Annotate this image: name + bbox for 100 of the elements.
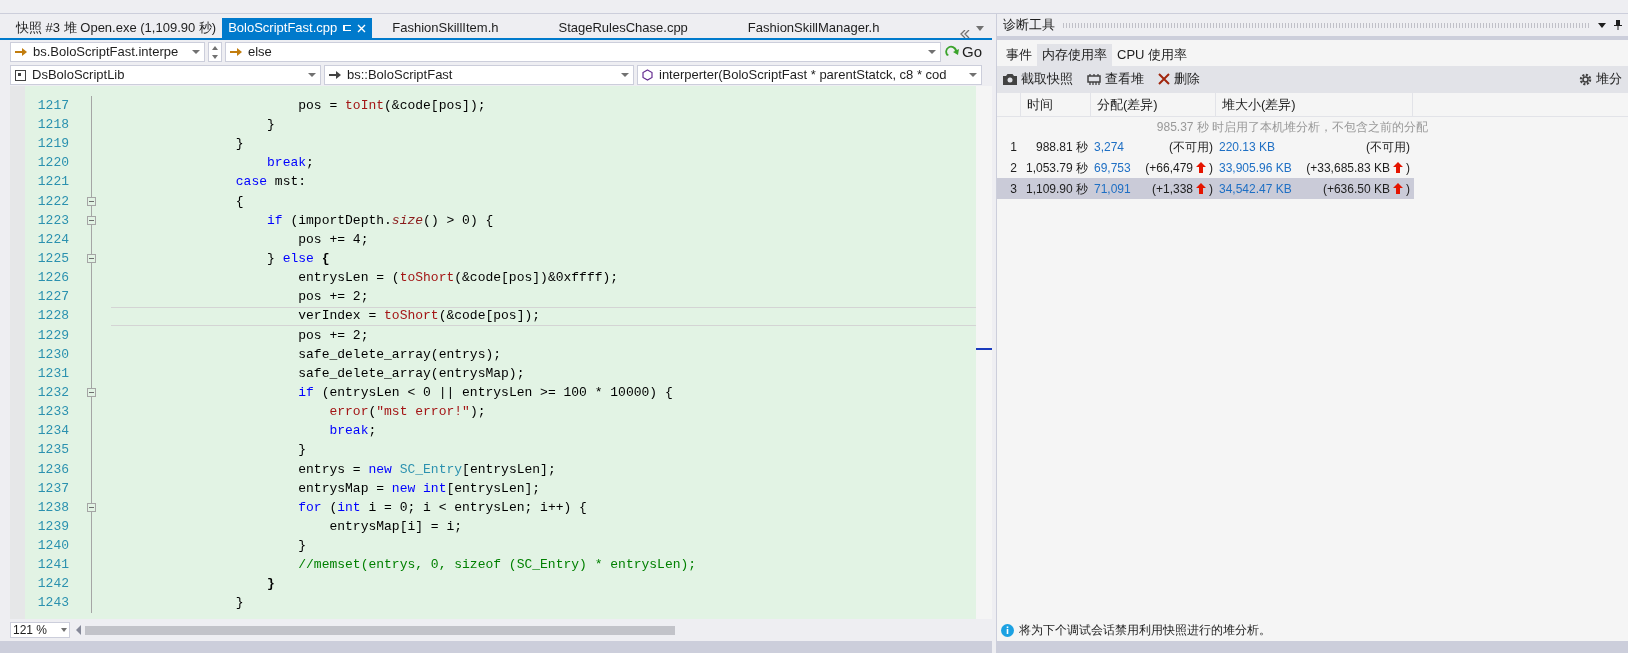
table-cell-text: (+66,479 xyxy=(1145,159,1193,177)
document-tab[interactable]: FashionSkillManager.h xyxy=(727,18,920,38)
member-dropdown[interactable]: interperter(BoloScriptFast * parentStatck, c8 * cod xyxy=(637,65,982,85)
panel-title: 诊断工具 xyxy=(1003,16,1055,35)
toolbar-button[interactable]: 删除 xyxy=(1158,69,1200,89)
table-cell-text: 988.81 秒 xyxy=(1034,138,1089,156)
block-dropdown[interactable]: else xyxy=(225,42,941,62)
line-number: 1238 xyxy=(36,498,70,517)
line-number: 1230 xyxy=(36,345,70,364)
code-line: entrysLen = (toShort(&code[pos])&0xffff); xyxy=(297,269,620,288)
scroll-thumb[interactable] xyxy=(85,625,675,635)
code-line: for (int i = 0; i < entrysLen; i++) { xyxy=(297,498,588,517)
table-cell-text: 1,109.90 秒 xyxy=(1024,180,1089,198)
chevrons-icon[interactable] xyxy=(960,30,970,38)
table-cell-text: 69,753 xyxy=(1094,159,1131,177)
table-cell-text: 1,053.79 秒 xyxy=(1024,159,1089,177)
table-row[interactable]: 2 1,053.79 秒 69,753 (+66,479 ) 33,905.96 KB (+33,685.83 KB ) xyxy=(997,157,1414,178)
line-number: 1223 xyxy=(36,211,70,230)
caret-icon xyxy=(61,628,67,632)
scope-dropdown[interactable]: bs.BoloScriptFast.interpe xyxy=(10,42,205,62)
collapse-icon[interactable] xyxy=(86,215,96,225)
table-cell-text: 33,905.96 KB xyxy=(1219,159,1292,177)
table-cell-text: (+636.50 KB xyxy=(1322,180,1390,198)
table-cell-text: ) xyxy=(1406,180,1410,198)
line-number: 1234 xyxy=(36,422,70,441)
code-line: entrysMap[i] = i; xyxy=(328,517,464,536)
column-header[interactable]: 堆大小(差异) xyxy=(1216,93,1413,116)
line-number: 1218 xyxy=(36,115,70,134)
line-number: 1240 xyxy=(36,537,70,556)
zoom-dropdown[interactable]: 121 % xyxy=(10,622,70,638)
line-number: 1239 xyxy=(36,517,70,536)
line-number: 1236 xyxy=(36,460,70,479)
table-cell-text: 220.13 KB xyxy=(1219,138,1276,156)
spin-buttons[interactable] xyxy=(208,42,222,62)
memory-chip-icon xyxy=(1087,73,1101,85)
code-line: pos += 4; xyxy=(297,230,370,249)
toolbar-button[interactable]: 截取快照 xyxy=(1003,69,1073,89)
line-number: 1229 xyxy=(36,326,70,345)
arrow-icon xyxy=(15,47,27,57)
line-number: 1233 xyxy=(36,403,70,422)
line-number: 1228 xyxy=(36,307,70,326)
line-number: 1227 xyxy=(36,288,70,307)
line-number: 1217 xyxy=(36,96,70,115)
caret-icon xyxy=(928,50,936,54)
panel-tab[interactable]: 事件 xyxy=(1001,44,1037,66)
table-cell-text: ) xyxy=(1209,180,1213,198)
line-number: 1221 xyxy=(36,173,70,192)
column-header[interactable]: 分配(差异) xyxy=(1091,93,1216,116)
collapse-icon[interactable] xyxy=(86,196,96,206)
table-cell-text: 1 xyxy=(1009,138,1018,156)
code-line: pos += 2; xyxy=(297,288,370,307)
scroll-marker xyxy=(976,348,992,350)
toolbar-button[interactable]: 查看堆 xyxy=(1087,69,1144,89)
vertical-scrollbar[interactable] xyxy=(976,86,992,619)
code-line: verIndex = toShort(&code[pos]); xyxy=(111,306,976,326)
table-row[interactable]: 3 1,109.90 秒 71,091 (+1,338 ) 34,542.47 KB (+636.50 KB ) xyxy=(997,178,1414,199)
go-button[interactable]: Go xyxy=(944,42,982,62)
caret-icon xyxy=(192,50,200,54)
code-line: break; xyxy=(266,154,315,173)
type-dropdown[interactable]: bs::BoloScriptFast xyxy=(324,65,634,85)
document-tab[interactable]: 快照 #3 堆 Open.exe (1,109.90 秒) xyxy=(10,18,223,38)
arrow-icon xyxy=(230,47,242,57)
table-cell-text: 2 xyxy=(1009,159,1018,177)
settings-button[interactable]: 堆分 xyxy=(1579,69,1622,89)
code-line: break; xyxy=(328,422,378,441)
table-row[interactable]: 1 988.81 秒 3,274 (不可用) 220.13 KB (不可用) xyxy=(997,136,1414,157)
cube-icon xyxy=(642,69,653,81)
document-tab[interactable]: BoloScriptFast.cpp xyxy=(222,18,373,38)
collapse-icon[interactable] xyxy=(86,254,96,264)
collapse-icon[interactable] xyxy=(86,388,96,398)
line-number: 1243 xyxy=(36,594,70,613)
dropdown-icon[interactable] xyxy=(1598,22,1606,28)
settings-icon xyxy=(1579,72,1592,86)
project-icon xyxy=(15,69,26,81)
caret-icon xyxy=(969,73,977,77)
project-dropdown[interactable]: DsBoloScriptLib xyxy=(10,65,321,85)
code-line: if (importDepth.size() > 0) { xyxy=(266,211,495,230)
collapse-icon[interactable] xyxy=(86,503,96,512)
table-cell-text: 71,091 xyxy=(1094,180,1131,198)
delete-icon xyxy=(1158,73,1170,85)
close-icon[interactable] xyxy=(357,23,367,33)
code-line: pos += 2; xyxy=(297,326,370,345)
info-message: 将为下个调试会话禁用利用快照进行的堆分析。 xyxy=(1019,622,1271,639)
caret-icon xyxy=(621,73,629,77)
code-line: } xyxy=(234,594,245,613)
table-cell-text: (不可用) xyxy=(1366,138,1410,156)
document-tab[interactable]: FashionSkillItem.h xyxy=(372,18,539,38)
panel-tab[interactable]: CPU 使用率 xyxy=(1112,44,1193,66)
table-cell-text: 34,542.47 KB xyxy=(1219,180,1292,198)
camera-icon xyxy=(1003,73,1017,85)
code-line: } xyxy=(234,135,245,154)
panel-tab[interactable]: 内存使用率 xyxy=(1037,44,1112,66)
table-cell-text: (+1,338 xyxy=(1151,180,1193,198)
document-tab[interactable]: StageRulesChase.cpp xyxy=(538,18,728,38)
line-number: 1225 xyxy=(36,249,70,268)
column-header[interactable]: 时间 xyxy=(1021,93,1091,116)
table-cell-text: 3,274 xyxy=(1094,138,1125,156)
code-line: } else { xyxy=(266,249,331,268)
line-number: 1232 xyxy=(36,383,70,402)
code-line: entrys = new SC_Entry[entrysLen]; xyxy=(297,460,557,479)
